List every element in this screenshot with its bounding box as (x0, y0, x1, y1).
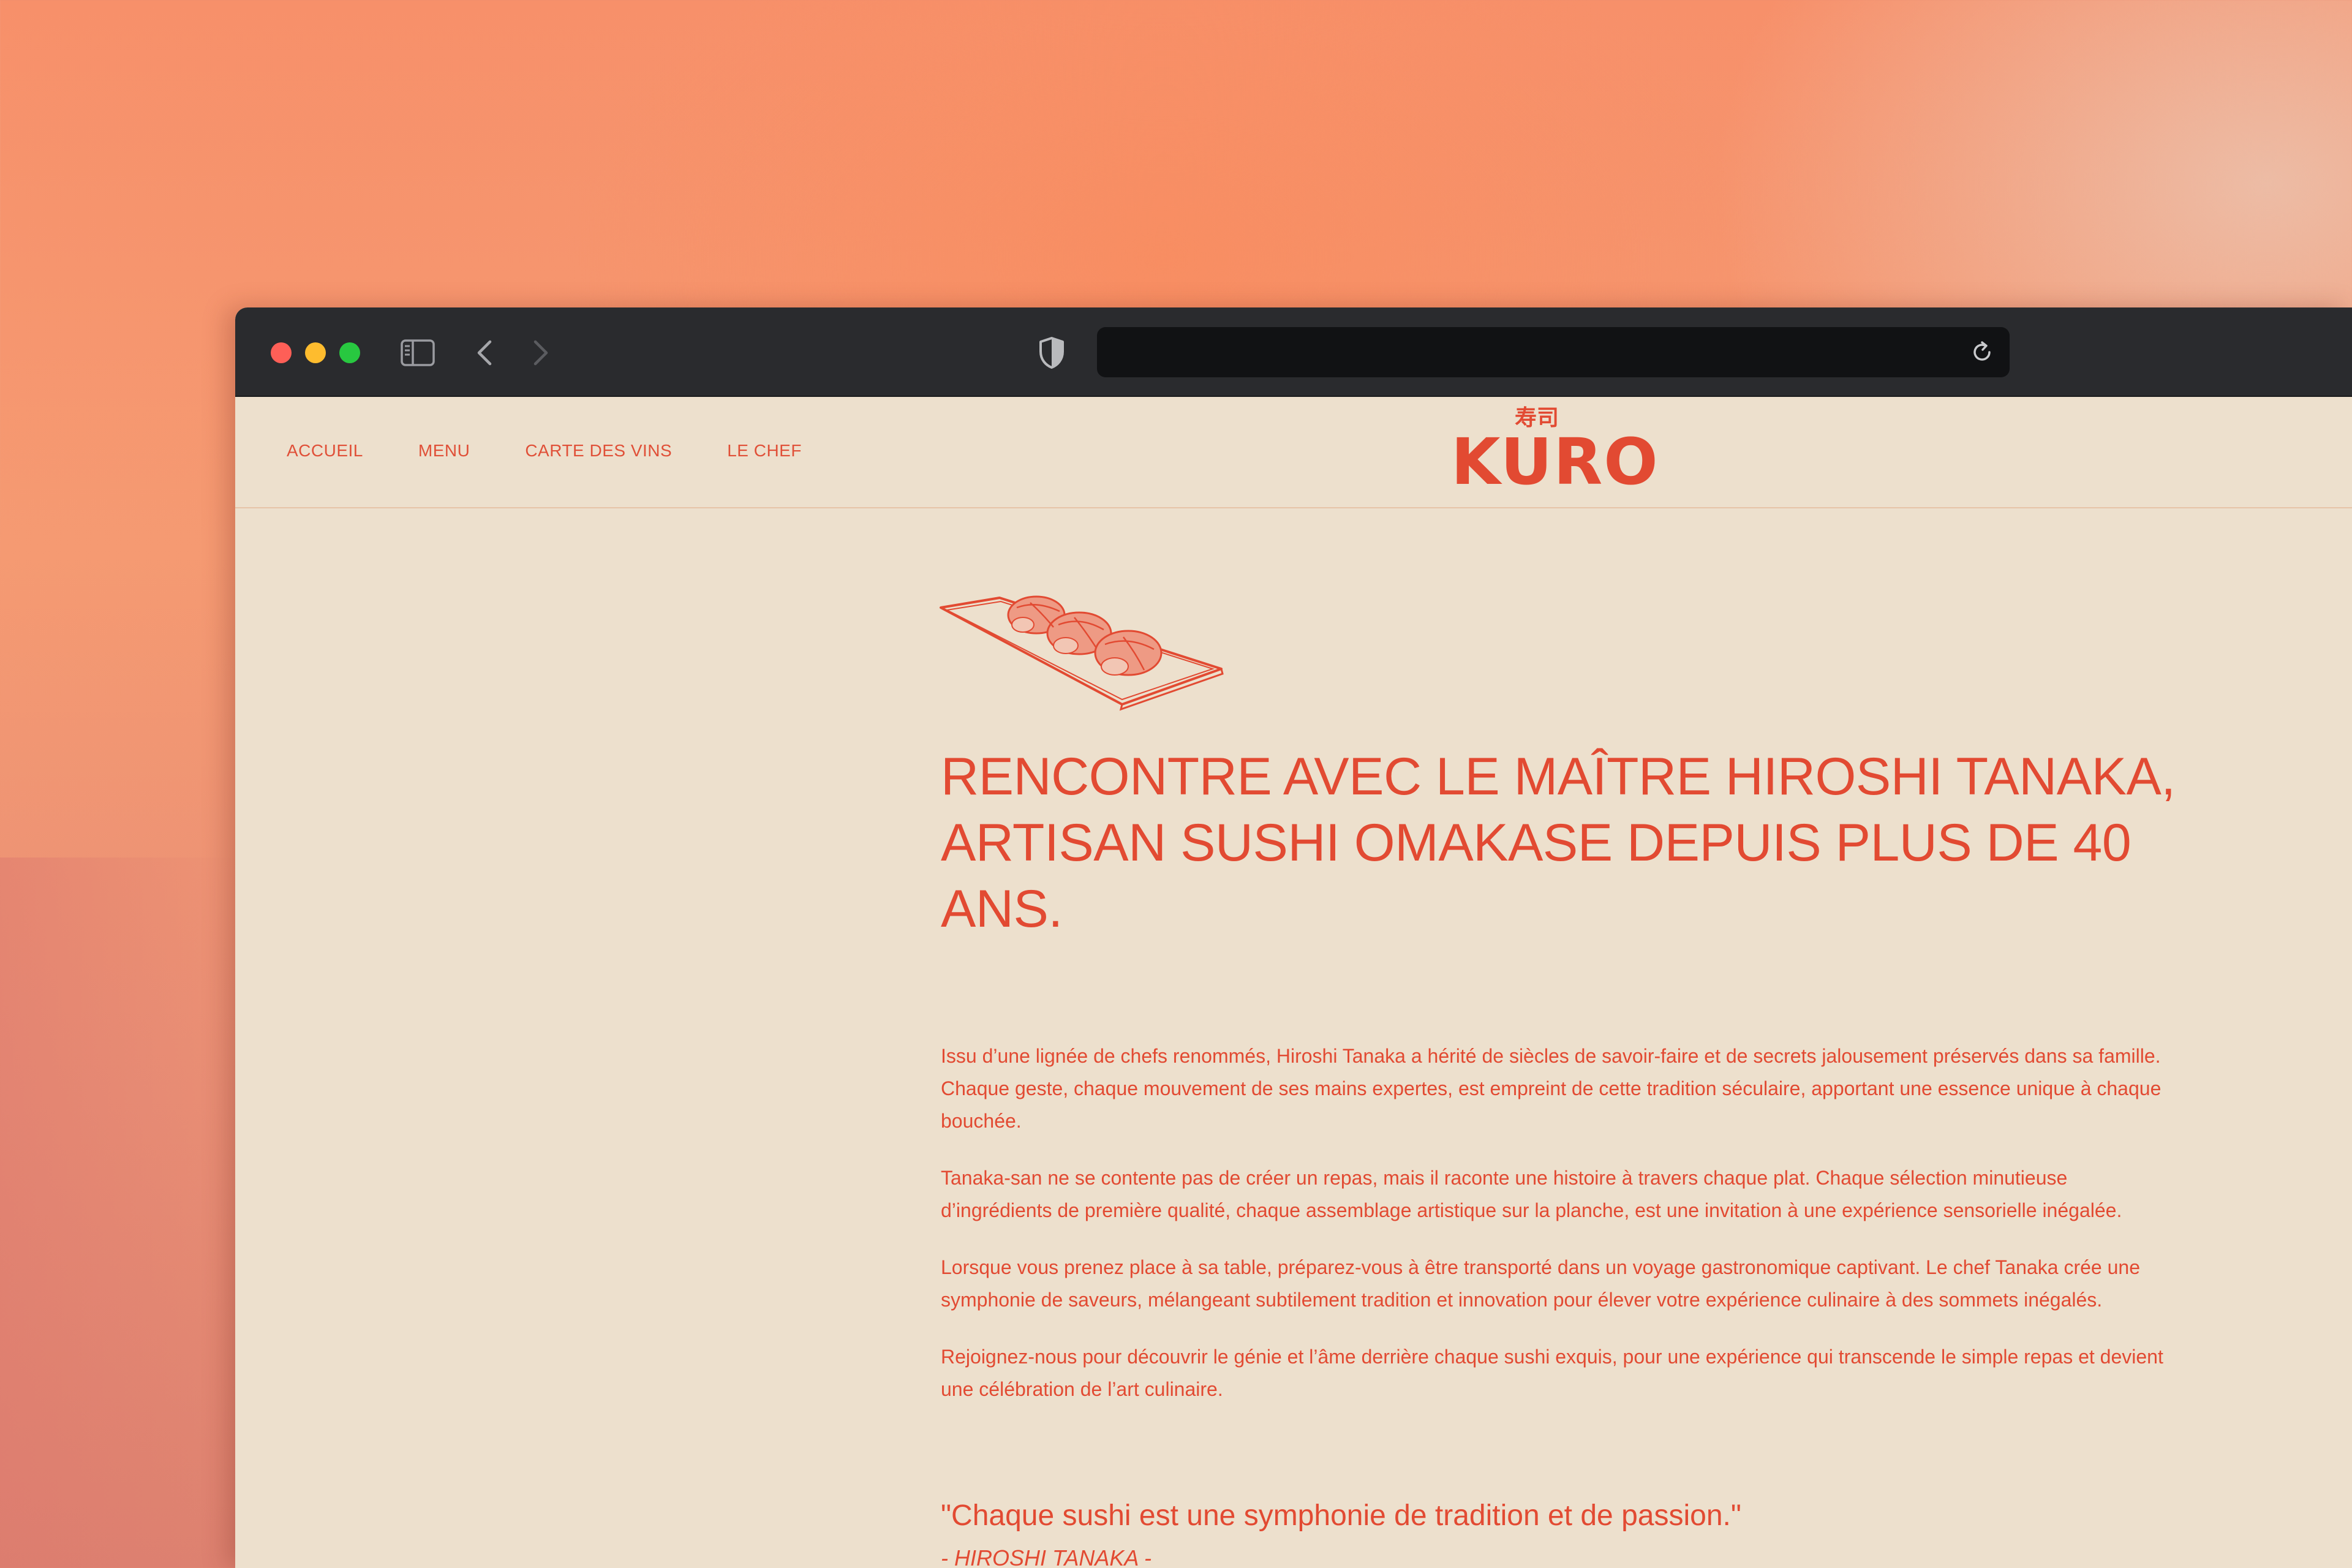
browser-window: ACCUEIL MENU CARTE DES VINS LE CHEF 寿司 K… (235, 307, 2352, 1568)
close-window-button[interactable] (271, 342, 292, 363)
quote-author: - HIROSHI TANAKA - (941, 1545, 1152, 1568)
article-body: Issu d’une lignée de chefs renommés, Hir… (941, 1040, 2178, 1406)
main-nav: ACCUEIL MENU CARTE DES VINS LE CHEF (287, 441, 802, 461)
maximize-window-button[interactable] (339, 342, 360, 363)
headline-line-2: ARTISAN SUSHI OMAKASE DEPUIS PLUS DE 40 … (941, 813, 2132, 938)
headline-line-1: RENCONTRE AVEC LE MAÎTRE HIROSHI TANAKA, (941, 747, 2176, 806)
paragraph-1: Issu d’une lignée de chefs renommés, Hir… (941, 1045, 2162, 1132)
paragraph-3: Lorsque vous prenez place à sa table, pr… (941, 1256, 2140, 1311)
forward-arrow-icon[interactable] (528, 338, 552, 368)
sidebar-toggle-icon[interactable] (401, 339, 435, 366)
nav-item-le-chef[interactable]: LE CHEF (727, 441, 802, 461)
logo-wordmark: KURO (1451, 424, 1659, 499)
nav-item-carte-des-vins[interactable]: CARTE DES VINS (525, 441, 672, 461)
paragraph-2: Tanaka-san ne se contente pas de créer u… (941, 1167, 2122, 1221)
browser-toolbar (235, 307, 2352, 397)
address-bar[interactable] (1097, 327, 2010, 377)
background-wall (0, 858, 245, 1568)
site-header: ACCUEIL MENU CARTE DES VINS LE CHEF 寿司 K… (235, 397, 2352, 508)
nav-item-menu[interactable]: MENU (418, 441, 470, 461)
page-title: RENCONTRE AVEC LE MAÎTRE HIROSHI TANAKA,… (941, 744, 2178, 942)
reload-icon[interactable] (1969, 339, 1995, 365)
site-logo[interactable]: 寿司 KURO (1451, 405, 1659, 499)
sushi-plate-illustration (940, 595, 1224, 711)
paragraph-4: Rejoignez-nous pour découvrir le génie e… (941, 1346, 2163, 1400)
back-arrow-icon[interactable] (473, 338, 497, 368)
nav-item-accueil[interactable]: ACCUEIL (287, 441, 363, 461)
chef-quote: "Chaque sushi est une symphonie de tradi… (941, 1499, 1741, 1532)
minimize-window-button[interactable] (305, 342, 326, 363)
chef-article: RENCONTRE AVEC LE MAÎTRE HIROSHI TANAKA,… (940, 589, 2178, 1568)
privacy-shield-icon[interactable] (1038, 336, 1066, 370)
